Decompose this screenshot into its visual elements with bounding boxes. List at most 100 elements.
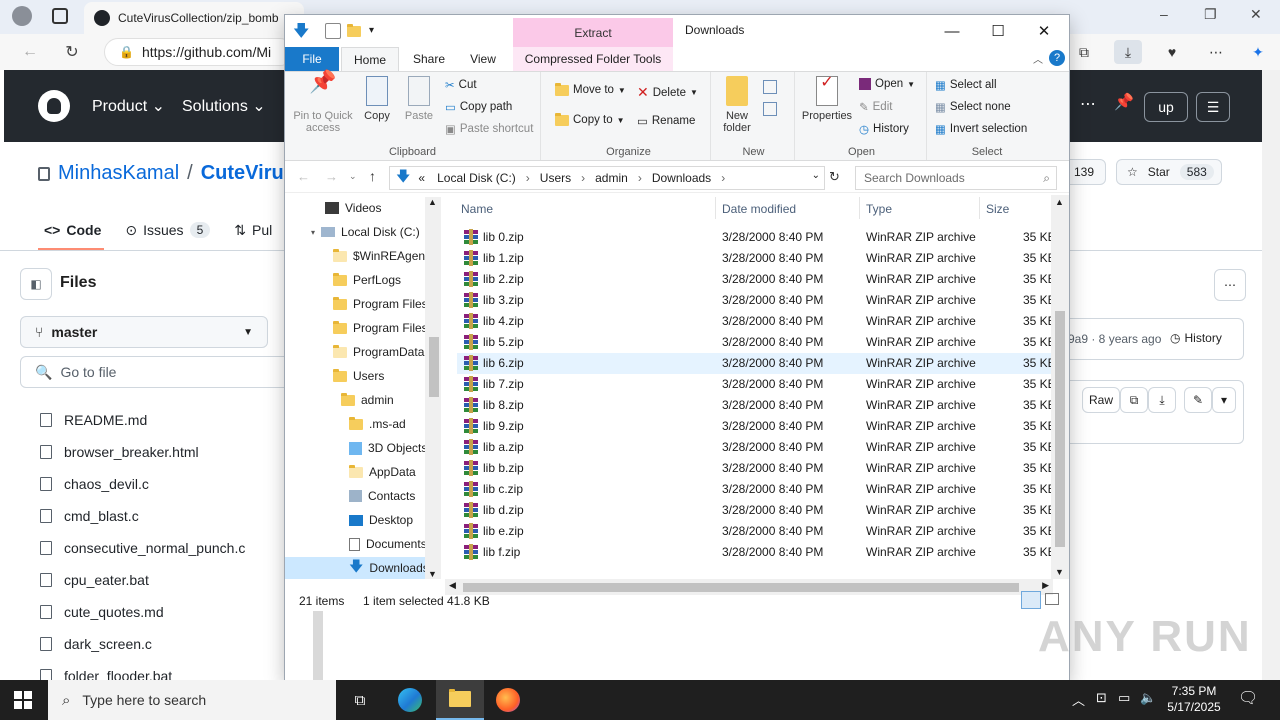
tab-issues[interactable]: ⊙ Issues 5: [125, 222, 211, 239]
edit-dropdown-icon[interactable]: ▾: [1212, 387, 1236, 413]
volume-icon[interactable]: 🔈: [1140, 690, 1156, 706]
back-arrow-icon[interactable]: ←: [20, 42, 40, 62]
file-row[interactable]: lib 1.zip 3/28/2000 8:40 PM WinRAR ZIP arc…: [457, 248, 1056, 269]
address-bar[interactable]: 🔒 https://github.com/Mi: [104, 38, 294, 66]
header-pin-icon[interactable]: 📌: [1114, 92, 1134, 112]
file-tree-item[interactable]: browser_breaker.html: [40, 436, 245, 468]
nav-item-contacts[interactable]: Contacts: [349, 485, 415, 507]
scroll-down-icon[interactable]: ▼: [428, 569, 437, 579]
browser-restore-button[interactable]: ❐: [1204, 6, 1217, 23]
nav-item-3d-objects[interactable]: 3D Objects: [349, 437, 427, 459]
file-tree-item[interactable]: cpu_eater.bat: [40, 564, 245, 596]
task-view-icon[interactable]: ⧉: [336, 680, 384, 720]
file-tree-item[interactable]: cmd_blast.c: [40, 500, 245, 532]
breadcrumb-item[interactable]: admin: [595, 171, 628, 185]
file-tree-item[interactable]: dark_screen.c: [40, 628, 245, 660]
nav-item-programdata[interactable]: ProgramData: [333, 341, 424, 363]
tab-compressed-folder-tools[interactable]: Compressed Folder Tools: [513, 47, 673, 71]
nav-item-winreagent[interactable]: $WinREAgent: [333, 245, 428, 267]
easy-access-icon[interactable]: [763, 102, 777, 116]
file-tree-item[interactable]: README.md: [40, 404, 245, 436]
header-filter-icon[interactable]: ☰: [1196, 92, 1230, 122]
file-options-button[interactable]: ⋯: [1214, 269, 1246, 301]
history-button[interactable]: ◷ History: [859, 122, 909, 136]
file-row[interactable]: lib c.zip 3/28/2000 8:40 PM WinRAR ZIP arc…: [457, 479, 1056, 500]
file-row[interactable]: lib 8.zip 3/28/2000 8:40 PM WinRAR ZIP arc…: [457, 395, 1056, 416]
edit-button[interactable]: ✎ Edit: [859, 100, 892, 114]
file-row[interactable]: lib 5.zip 3/28/2000 8:40 PM WinRAR ZIP arc…: [457, 332, 1056, 353]
address-dropdown-icon[interactable]: ⌄: [812, 170, 820, 181]
taskbar-search-box[interactable]: ⌕ Type here to search: [48, 680, 336, 720]
tab-share[interactable]: Share: [407, 47, 451, 71]
tab-home[interactable]: Home: [341, 47, 399, 71]
search-downloads-input[interactable]: Search Downloads ⌕: [855, 166, 1057, 190]
file-list-scrollbar[interactable]: ▲ ▼: [1051, 195, 1069, 579]
copy-raw-icon[interactable]: ⧉: [1120, 387, 1148, 413]
tab-pulls[interactable]: ⇅ Pul: [234, 222, 272, 239]
breadcrumb-item[interactable]: Users: [540, 171, 571, 185]
navigation-scroll-thumb[interactable]: [429, 337, 439, 397]
scroll-up-icon[interactable]: ▲: [428, 197, 437, 207]
refresh-icon[interactable]: ↻: [62, 42, 82, 62]
breadcrumb-overflow[interactable]: «: [418, 171, 425, 185]
file-tree-item[interactable]: chaos_devil.c: [40, 468, 245, 500]
file-row[interactable]: lib 6.zip 3/28/2000 8:40 PM WinRAR ZIP arc…: [457, 353, 1056, 374]
signup-button[interactable]: up: [1144, 92, 1188, 122]
nav-product[interactable]: Product ⌄: [92, 96, 165, 116]
nav-item-users[interactable]: Users: [333, 365, 384, 387]
forward-icon[interactable]: →: [325, 169, 338, 184]
history-link[interactable]: ◷ History: [1170, 331, 1222, 345]
nav-item-perflogs[interactable]: PerfLogs: [333, 269, 401, 291]
tab-actions-icon[interactable]: [52, 8, 68, 24]
back-icon[interactable]: ←: [297, 169, 310, 184]
scroll-up-icon[interactable]: ▲: [1055, 197, 1064, 207]
github-logo-icon[interactable]: [38, 90, 70, 122]
collapse-sidebar-icon[interactable]: ◧: [20, 268, 52, 300]
file-row[interactable]: lib a.zip 3/28/2000 8:40 PM WinRAR ZIP arc…: [457, 437, 1056, 458]
column-separator[interactable]: [715, 197, 716, 219]
close-button[interactable]: ✕: [1021, 17, 1067, 45]
column-separator[interactable]: [859, 197, 860, 219]
file-row[interactable]: lib 2.zip 3/28/2000 8:40 PM WinRAR ZIP arc…: [457, 269, 1056, 290]
new-item-icon[interactable]: [763, 80, 777, 94]
paste-shortcut-button[interactable]: ▣ Paste shortcut: [445, 122, 533, 136]
go-to-file-input[interactable]: 🔍 Go to file: [20, 356, 320, 388]
select-all-button[interactable]: ▦ Select all: [935, 78, 997, 92]
large-icons-view-icon[interactable]: [1045, 593, 1059, 605]
new-folder-qat-icon[interactable]: [347, 23, 363, 39]
breadcrumb-item[interactable]: Downloads: [652, 171, 711, 185]
file-row[interactable]: lib 9.zip 3/28/2000 8:40 PM WinRAR ZIP arc…: [457, 416, 1056, 437]
star-button[interactable]: ☆ Star 583: [1116, 159, 1222, 185]
tab-file[interactable]: File: [285, 47, 339, 71]
file-tree-item[interactable]: cute_quotes.md: [40, 596, 245, 628]
header-more-icon[interactable]: ⋯: [1080, 94, 1096, 114]
rename-button[interactable]: ▭ Rename: [637, 114, 695, 128]
collapse-ribbon-icon[interactable]: ︿: [1033, 51, 1043, 66]
properties-button[interactable]: ✓ Properties: [799, 75, 855, 123]
delete-button[interactable]: ✕ Delete ▼: [637, 84, 698, 101]
file-row[interactable]: lib e.zip 3/28/2000 8:40 PM WinRAR ZIP arc…: [457, 521, 1056, 542]
tray-overflow-icon[interactable]: ︿: [1072, 690, 1085, 709]
file-row[interactable]: lib 3.zip 3/28/2000 8:40 PM WinRAR ZIP arc…: [457, 290, 1056, 311]
nav-item-program-files[interactable]: Program Files: [333, 293, 428, 315]
nav-solutions[interactable]: Solutions ⌄: [182, 96, 266, 116]
downloads-icon[interactable]: ⤓: [1114, 40, 1142, 64]
select-none-button[interactable]: ▦ Select none: [935, 100, 1011, 114]
start-button[interactable]: [14, 691, 32, 709]
scroll-down-icon[interactable]: ▼: [1055, 567, 1064, 577]
firefox-taskbar-icon[interactable]: [484, 680, 532, 720]
maximize-button[interactable]: ☐: [975, 17, 1021, 45]
performance-icon[interactable]: ♥: [1158, 40, 1186, 64]
profile-avatar[interactable]: [12, 6, 32, 26]
qat-dropdown-icon[interactable]: ▾: [369, 25, 385, 41]
copy-button[interactable]: Copy: [359, 76, 395, 122]
tab-code[interactable]: <> Code: [44, 222, 101, 238]
properties-qat-icon[interactable]: [325, 23, 341, 39]
tab-view[interactable]: View: [461, 47, 505, 71]
extensions-icon[interactable]: ⧉: [1070, 40, 1098, 64]
nav-item-desktop[interactable]: Desktop: [349, 509, 413, 531]
column-type[interactable]: Type: [866, 202, 892, 216]
branch-selector[interactable]: ⑂ master ▼: [20, 316, 268, 348]
nav-item-local-disk[interactable]: ▾ Local Disk (C:): [311, 221, 420, 243]
file-row[interactable]: lib 4.zip 3/28/2000 8:40 PM WinRAR ZIP arc…: [457, 311, 1056, 332]
